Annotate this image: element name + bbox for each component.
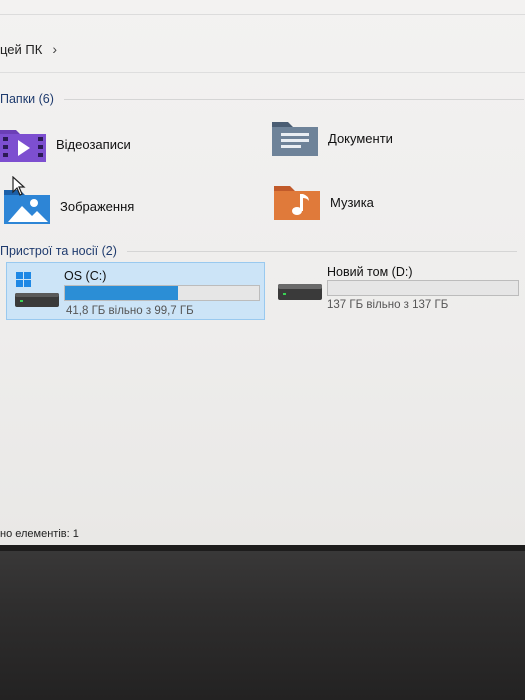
chevron-right-icon[interactable]: › — [52, 41, 57, 57]
section-divider — [63, 98, 524, 100]
status-bar-text: но елементів: 1 — [0, 528, 79, 540]
drive-usage-fill — [65, 286, 178, 300]
folder-label: Зображення — [60, 198, 135, 214]
folder-videos[interactable]: Відеозаписи — [0, 124, 131, 164]
file-explorer-window: цей ПК › Папки (6) Відеозаписи Документи… — [0, 0, 525, 545]
windows-drive-icon — [13, 271, 61, 311]
section-divider — [126, 250, 517, 252]
mouse-pointer-icon — [12, 175, 26, 201]
devices-section-title: Пристрої та носії (2) — [0, 244, 117, 258]
drive-c[interactable]: OS (C:) 41,8 ГБ вільно з 99,7 ГБ — [6, 262, 265, 320]
folder-label: Документи — [328, 130, 393, 146]
folders-section-header[interactable]: Папки (6) — [0, 92, 524, 106]
address-divider — [0, 72, 525, 73]
documents-folder-icon — [272, 118, 318, 158]
devices-section-header[interactable]: Пристрої та носії (2) — [0, 244, 517, 258]
drive-name: Новий том (D:) — [327, 265, 413, 279]
drive-usage-bar — [64, 285, 260, 301]
breadcrumb[interactable]: цей ПК › — [0, 36, 57, 62]
videos-folder-icon — [0, 124, 46, 164]
drive-d[interactable]: Новий том (D:) 137 ГБ вільно з 137 ГБ — [272, 262, 522, 318]
drive-name: OS (C:) — [64, 269, 107, 283]
hard-drive-icon — [276, 278, 324, 308]
drive-free-space: 137 ГБ вільно з 137 ГБ — [327, 299, 449, 311]
breadcrumb-this-pc[interactable]: цей ПК — [0, 42, 42, 57]
folder-label: Відеозаписи — [56, 136, 131, 152]
drive-free-space: 41,8 ГБ вільно з 99,7 ГБ — [66, 305, 194, 317]
folders-section-title: Папки (6) — [0, 92, 54, 106]
drive-usage-bar — [327, 280, 519, 296]
title-bar — [0, 0, 525, 15]
folder-documents[interactable]: Документи — [272, 118, 393, 158]
pictures-folder-icon — [4, 186, 50, 226]
music-folder-icon — [274, 182, 320, 222]
laptop-bezel — [0, 545, 525, 700]
folder-label: Музика — [330, 194, 374, 210]
folder-music[interactable]: Музика — [274, 182, 374, 222]
